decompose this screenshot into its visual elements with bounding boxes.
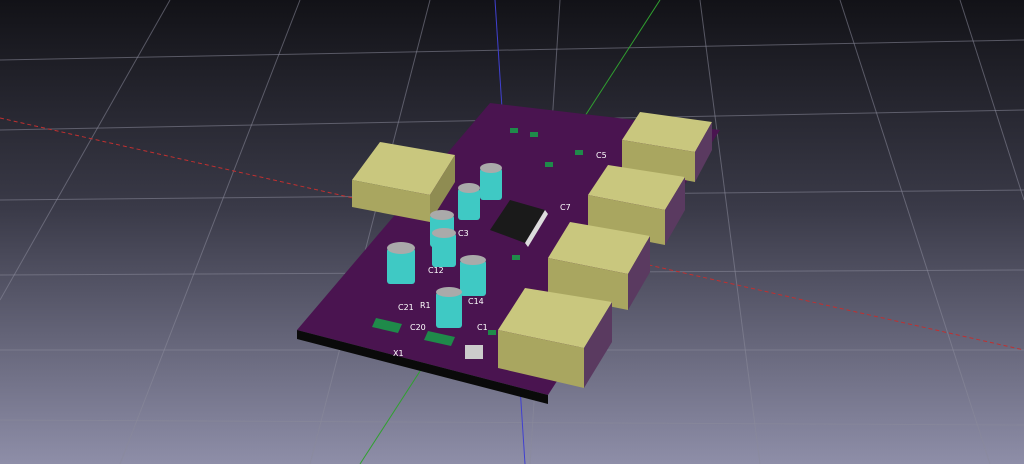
label-c21: C21: [398, 303, 414, 312]
label-c5: C5: [596, 151, 607, 160]
label-c3: C3: [458, 229, 469, 238]
label-c14: C14: [468, 297, 484, 306]
label-c7: C7: [560, 203, 571, 212]
label-c12: C12: [428, 266, 444, 275]
label-c20: C20: [410, 323, 426, 332]
label-c1: C1: [477, 323, 488, 332]
label-x1: X1: [393, 349, 404, 358]
label-r1: R1: [420, 301, 431, 310]
pcb-3d-viewport[interactable]: C12 C20 C21 R1 X1 C3 C14 C7 C1 C5: [0, 0, 1024, 464]
